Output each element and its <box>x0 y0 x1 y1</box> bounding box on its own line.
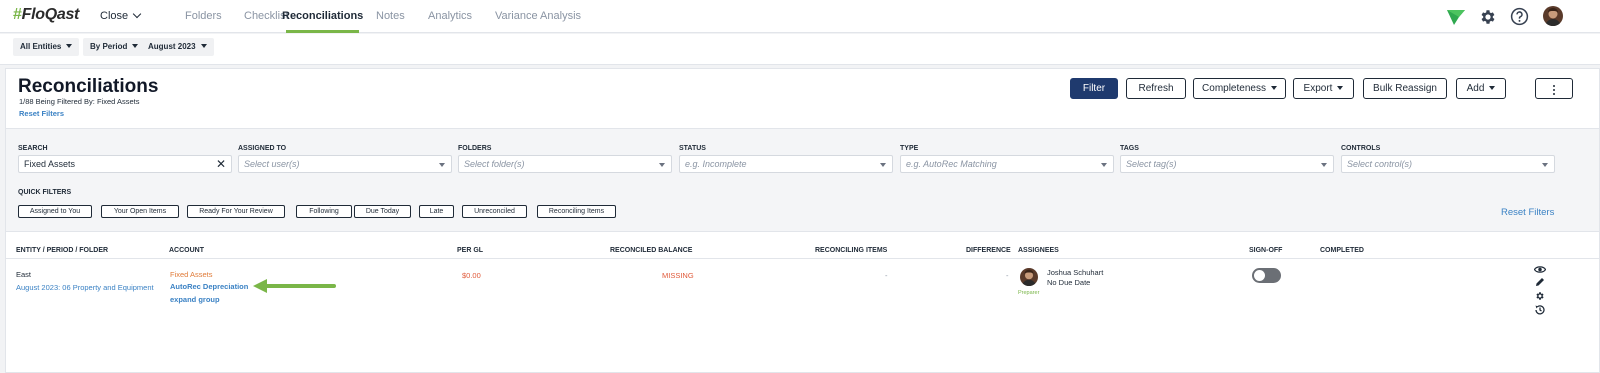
quick-filter-ready-for-review[interactable]: Ready For Your Review <box>187 205 285 218</box>
quick-filter-reconciling-items[interactable]: Reconciling Items <box>537 205 616 218</box>
bulk-reassign-button[interactable]: Bulk Reassign <box>1363 78 1447 99</box>
nav-variance-analysis[interactable]: Variance Analysis <box>495 10 581 22</box>
controls-select[interactable]: Select control(s) <box>1341 155 1555 173</box>
flag-icon[interactable] <box>1446 8 1466 26</box>
status-label: STATUS <box>679 145 706 152</box>
folders-label: FOLDERS <box>458 145 492 152</box>
quick-filters-label: QUICK FILTERS <box>18 189 72 196</box>
nav-folders[interactable]: Folders <box>185 10 222 22</box>
view-icon[interactable] <box>1534 265 1546 274</box>
header-divider <box>6 258 1599 259</box>
nav-close-menu[interactable]: Close <box>100 9 142 22</box>
status-select[interactable]: e.g. Incomplete <box>679 155 893 173</box>
caret-down-icon <box>132 44 139 48</box>
export-dropdown[interactable]: Export <box>1293 78 1354 99</box>
caret-down-icon <box>1270 86 1277 90</box>
nav-notes[interactable]: Notes <box>376 10 405 22</box>
expand-group-link[interactable]: expand group <box>170 295 220 304</box>
add-dropdown[interactable]: Add <box>1456 78 1506 99</box>
folders-select[interactable]: Select folder(s) <box>458 155 672 173</box>
reconciliations-card: Reconciliations 1/88 Being Filtered By: … <box>5 68 1600 373</box>
col-account-header[interactable]: ACCOUNT <box>169 247 204 254</box>
col-completed-header[interactable]: COMPLETED <box>1320 247 1364 254</box>
period-dropdown[interactable]: August 2023 <box>141 38 214 56</box>
reset-filters-link[interactable]: Reset Filters <box>1501 207 1554 218</box>
gear-icon[interactable] <box>1479 8 1497 26</box>
account-link[interactable]: AutoRec Depreciation <box>170 282 248 291</box>
history-icon[interactable] <box>1534 304 1546 316</box>
col-reconciling-items-header[interactable]: RECONCILING ITEMS <box>815 247 887 254</box>
assigned-to-select[interactable]: Select user(s) <box>238 155 452 173</box>
quick-filter-your-open-items[interactable]: Your Open Items <box>101 205 179 218</box>
search-label: SEARCH <box>18 145 48 152</box>
caret-down-icon <box>1321 163 1327 167</box>
filter-button[interactable]: Filter <box>1070 78 1118 99</box>
reset-filters-link[interactable]: Reset Filters <box>19 109 64 118</box>
col-reconciled-balance-header[interactable]: RECONCILED BALANCE <box>610 247 692 254</box>
more-options-button[interactable] <box>1535 78 1573 99</box>
col-entity-header[interactable]: ENTITY / PERIOD / FOLDER <box>16 247 108 254</box>
caret-down-icon <box>1489 86 1496 90</box>
due-date: No Due Date <box>1047 278 1091 287</box>
nav-analytics[interactable]: Analytics <box>428 10 472 22</box>
active-tab-indicator <box>286 30 359 33</box>
quick-filter-assigned-to-you[interactable]: Assigned to You <box>18 205 92 218</box>
folder-link[interactable]: August 2023: 06 Property and Equipment <box>16 283 154 292</box>
completeness-dropdown[interactable]: Completeness <box>1193 78 1286 99</box>
tags-select[interactable]: Select tag(s) <box>1120 155 1334 173</box>
assignee-name: Joshua Schuhart <box>1047 268 1104 277</box>
search-input[interactable]: Fixed Assets ✕ <box>18 155 232 173</box>
settings-gear-icon[interactable] <box>1535 291 1545 301</box>
controls-label: CONTROLS <box>1341 145 1381 152</box>
quick-filter-due-today[interactable]: Due Today <box>354 205 411 218</box>
caret-down-icon <box>439 163 445 167</box>
assignee-role: Preparer <box>1018 290 1040 296</box>
quick-filter-late[interactable]: Late <box>419 205 454 218</box>
caret-down-icon <box>200 44 207 48</box>
reconciled-balance-cell: MISSING <box>662 271 694 280</box>
period-mode-dropdown[interactable]: By Period <box>83 38 146 56</box>
col-difference-header[interactable]: DIFFERENCE <box>966 247 1011 254</box>
quick-filter-unreconciled[interactable]: Unreconciled <box>462 205 527 218</box>
context-bar: All Entities By Period August 2023 <box>0 34 1600 65</box>
type-label: TYPE <box>900 145 919 152</box>
caret-down-icon <box>1542 163 1548 167</box>
caret-down-icon <box>66 44 73 48</box>
user-avatar[interactable] <box>1543 6 1563 26</box>
assignee-avatar[interactable] <box>1020 268 1038 286</box>
type-select[interactable]: e.g. AutoRec Matching <box>900 155 1114 173</box>
clear-icon[interactable]: ✕ <box>216 157 226 171</box>
filters-panel: SEARCH Fixed Assets ✕ ASSIGNED TO Select … <box>6 128 1599 232</box>
caret-down-icon <box>1337 86 1344 90</box>
per-gl-cell: $0.00 <box>462 271 481 280</box>
top-nav: #FloQast Close Folders Checklist Reconci… <box>0 0 1600 33</box>
quick-filter-following[interactable]: Following <box>296 205 352 218</box>
entity-cell: East <box>16 270 32 279</box>
edit-icon[interactable] <box>1535 277 1545 287</box>
col-sign-off-header[interactable]: SIGN-OFF <box>1249 247 1282 254</box>
caret-down-icon <box>659 163 665 167</box>
difference-cell: - <box>1006 271 1009 280</box>
sign-off-toggle[interactable] <box>1252 268 1281 283</box>
annotation-arrow-icon <box>253 279 336 293</box>
page-title: Reconciliations <box>18 76 159 97</box>
entities-dropdown[interactable]: All Entities <box>13 38 80 56</box>
tags-label: TAGS <box>1120 145 1139 152</box>
caret-down-icon <box>1101 163 1107 167</box>
col-assignees-header[interactable]: ASSIGNEES <box>1018 247 1059 254</box>
chevron-down-icon <box>132 9 142 19</box>
floqast-logo[interactable]: #FloQast <box>13 6 79 24</box>
filter-summary: 1/88 Being Filtered By: Fixed Assets <box>19 97 140 106</box>
caret-down-icon <box>880 163 886 167</box>
assigned-to-label: ASSIGNED TO <box>238 145 287 152</box>
reconciling-items-cell: - <box>885 271 888 280</box>
help-icon[interactable] <box>1510 7 1529 26</box>
col-per-gl-header[interactable]: PER GL <box>457 247 483 254</box>
nav-reconciliations[interactable]: Reconciliations <box>282 10 363 22</box>
account-group-cell: Fixed Assets <box>170 270 213 279</box>
refresh-button[interactable]: Refresh <box>1126 78 1186 99</box>
